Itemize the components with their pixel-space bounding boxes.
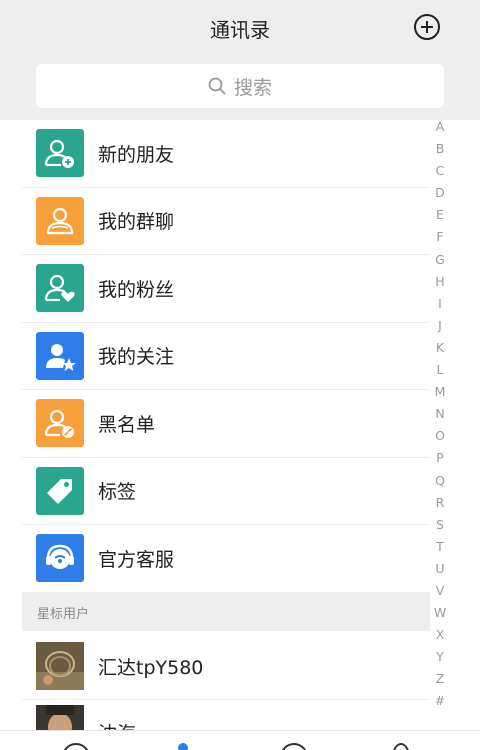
index-letter[interactable]: I bbox=[430, 293, 450, 315]
group-icon bbox=[36, 196, 84, 245]
contacts-tab-icon[interactable] bbox=[178, 743, 188, 750]
avatar bbox=[36, 642, 84, 690]
index-letter[interactable]: Y bbox=[430, 646, 450, 668]
index-letter[interactable]: Z bbox=[430, 668, 450, 690]
section-title: 星标用户 bbox=[37, 606, 90, 622]
menu-item-tags[interactable]: 标签 bbox=[22, 458, 430, 525]
contact-item[interactable]: 汇达tpY580 bbox=[22, 633, 430, 700]
index-letter[interactable]: O bbox=[430, 425, 450, 447]
index-letter[interactable]: W bbox=[430, 602, 450, 624]
contact-name: 汇达tpY580 bbox=[98, 656, 204, 679]
person-add-icon bbox=[36, 129, 84, 178]
index-letter[interactable]: D bbox=[430, 182, 450, 204]
alphabet-index[interactable]: A B C D E F G H I J K L M N O P Q R S T U V W X Y Z # bbox=[430, 116, 450, 713]
menu-item-my-follows[interactable]: 我的关注 bbox=[22, 323, 430, 390]
person-block-icon bbox=[36, 399, 84, 448]
menu-item-label: 官方客服 bbox=[98, 548, 175, 571]
menu-item-blacklist[interactable]: 黑名单 bbox=[22, 390, 430, 458]
index-letter[interactable]: # bbox=[430, 690, 450, 712]
person-star-icon bbox=[36, 331, 84, 380]
index-letter[interactable]: X bbox=[430, 624, 450, 646]
menu-item-label: 我的群聊 bbox=[98, 211, 175, 234]
index-letter[interactable]: J bbox=[430, 315, 450, 337]
index-letter[interactable]: C bbox=[430, 160, 450, 182]
index-letter[interactable]: E bbox=[430, 204, 450, 226]
discover-tab-icon[interactable] bbox=[280, 743, 308, 750]
index-letter[interactable]: K bbox=[430, 337, 450, 359]
index-letter[interactable]: H bbox=[430, 271, 450, 293]
bottom-tab-bar bbox=[0, 730, 480, 750]
index-letter[interactable]: P bbox=[430, 447, 450, 469]
menu-item-customer-service[interactable]: 官方客服 bbox=[22, 525, 430, 593]
index-letter[interactable]: S bbox=[430, 514, 450, 536]
index-letter[interactable]: G bbox=[430, 249, 450, 271]
index-letter[interactable]: U bbox=[430, 558, 450, 580]
section-header-starred: 星标用户 bbox=[22, 593, 430, 631]
page-title: 通讯录 bbox=[210, 18, 270, 42]
search-placeholder: 搜索 bbox=[233, 76, 272, 99]
profile-tab-icon[interactable] bbox=[392, 743, 410, 750]
index-letter[interactable]: A bbox=[430, 116, 450, 138]
search-icon bbox=[208, 77, 226, 95]
index-letter[interactable]: Q bbox=[430, 470, 450, 492]
header: 通讯录 搜索 bbox=[0, 0, 480, 120]
menu-item-label: 黑名单 bbox=[98, 413, 156, 436]
menu-list: 新的朋友 我的群聊 我的粉丝 我的关注 黑名单 标签 官方客服 bbox=[22, 120, 430, 593]
add-contact-button[interactable] bbox=[414, 14, 440, 40]
tag-icon bbox=[36, 466, 84, 515]
menu-item-label: 我的粉丝 bbox=[98, 278, 175, 301]
person-heart-icon bbox=[36, 264, 84, 313]
index-letter[interactable]: B bbox=[430, 138, 450, 160]
index-letter[interactable]: T bbox=[430, 536, 450, 558]
index-letter[interactable]: V bbox=[430, 580, 450, 602]
headset-icon bbox=[36, 534, 84, 583]
menu-item-label: 我的关注 bbox=[98, 346, 175, 369]
index-letter[interactable]: M bbox=[430, 381, 450, 403]
index-letter[interactable]: R bbox=[430, 492, 450, 514]
index-letter[interactable]: L bbox=[430, 359, 450, 381]
menu-item-my-groups[interactable]: 我的群聊 bbox=[22, 188, 430, 255]
menu-item-new-friends[interactable]: 新的朋友 bbox=[22, 120, 430, 188]
menu-item-label: 标签 bbox=[98, 481, 137, 504]
search-input[interactable]: 搜索 bbox=[36, 64, 444, 108]
index-letter[interactable]: F bbox=[430, 226, 450, 248]
menu-item-my-fans[interactable]: 我的粉丝 bbox=[22, 255, 430, 323]
index-letter[interactable]: N bbox=[430, 403, 450, 425]
chat-tab-icon[interactable] bbox=[62, 743, 90, 750]
menu-item-label: 新的朋友 bbox=[98, 143, 175, 166]
